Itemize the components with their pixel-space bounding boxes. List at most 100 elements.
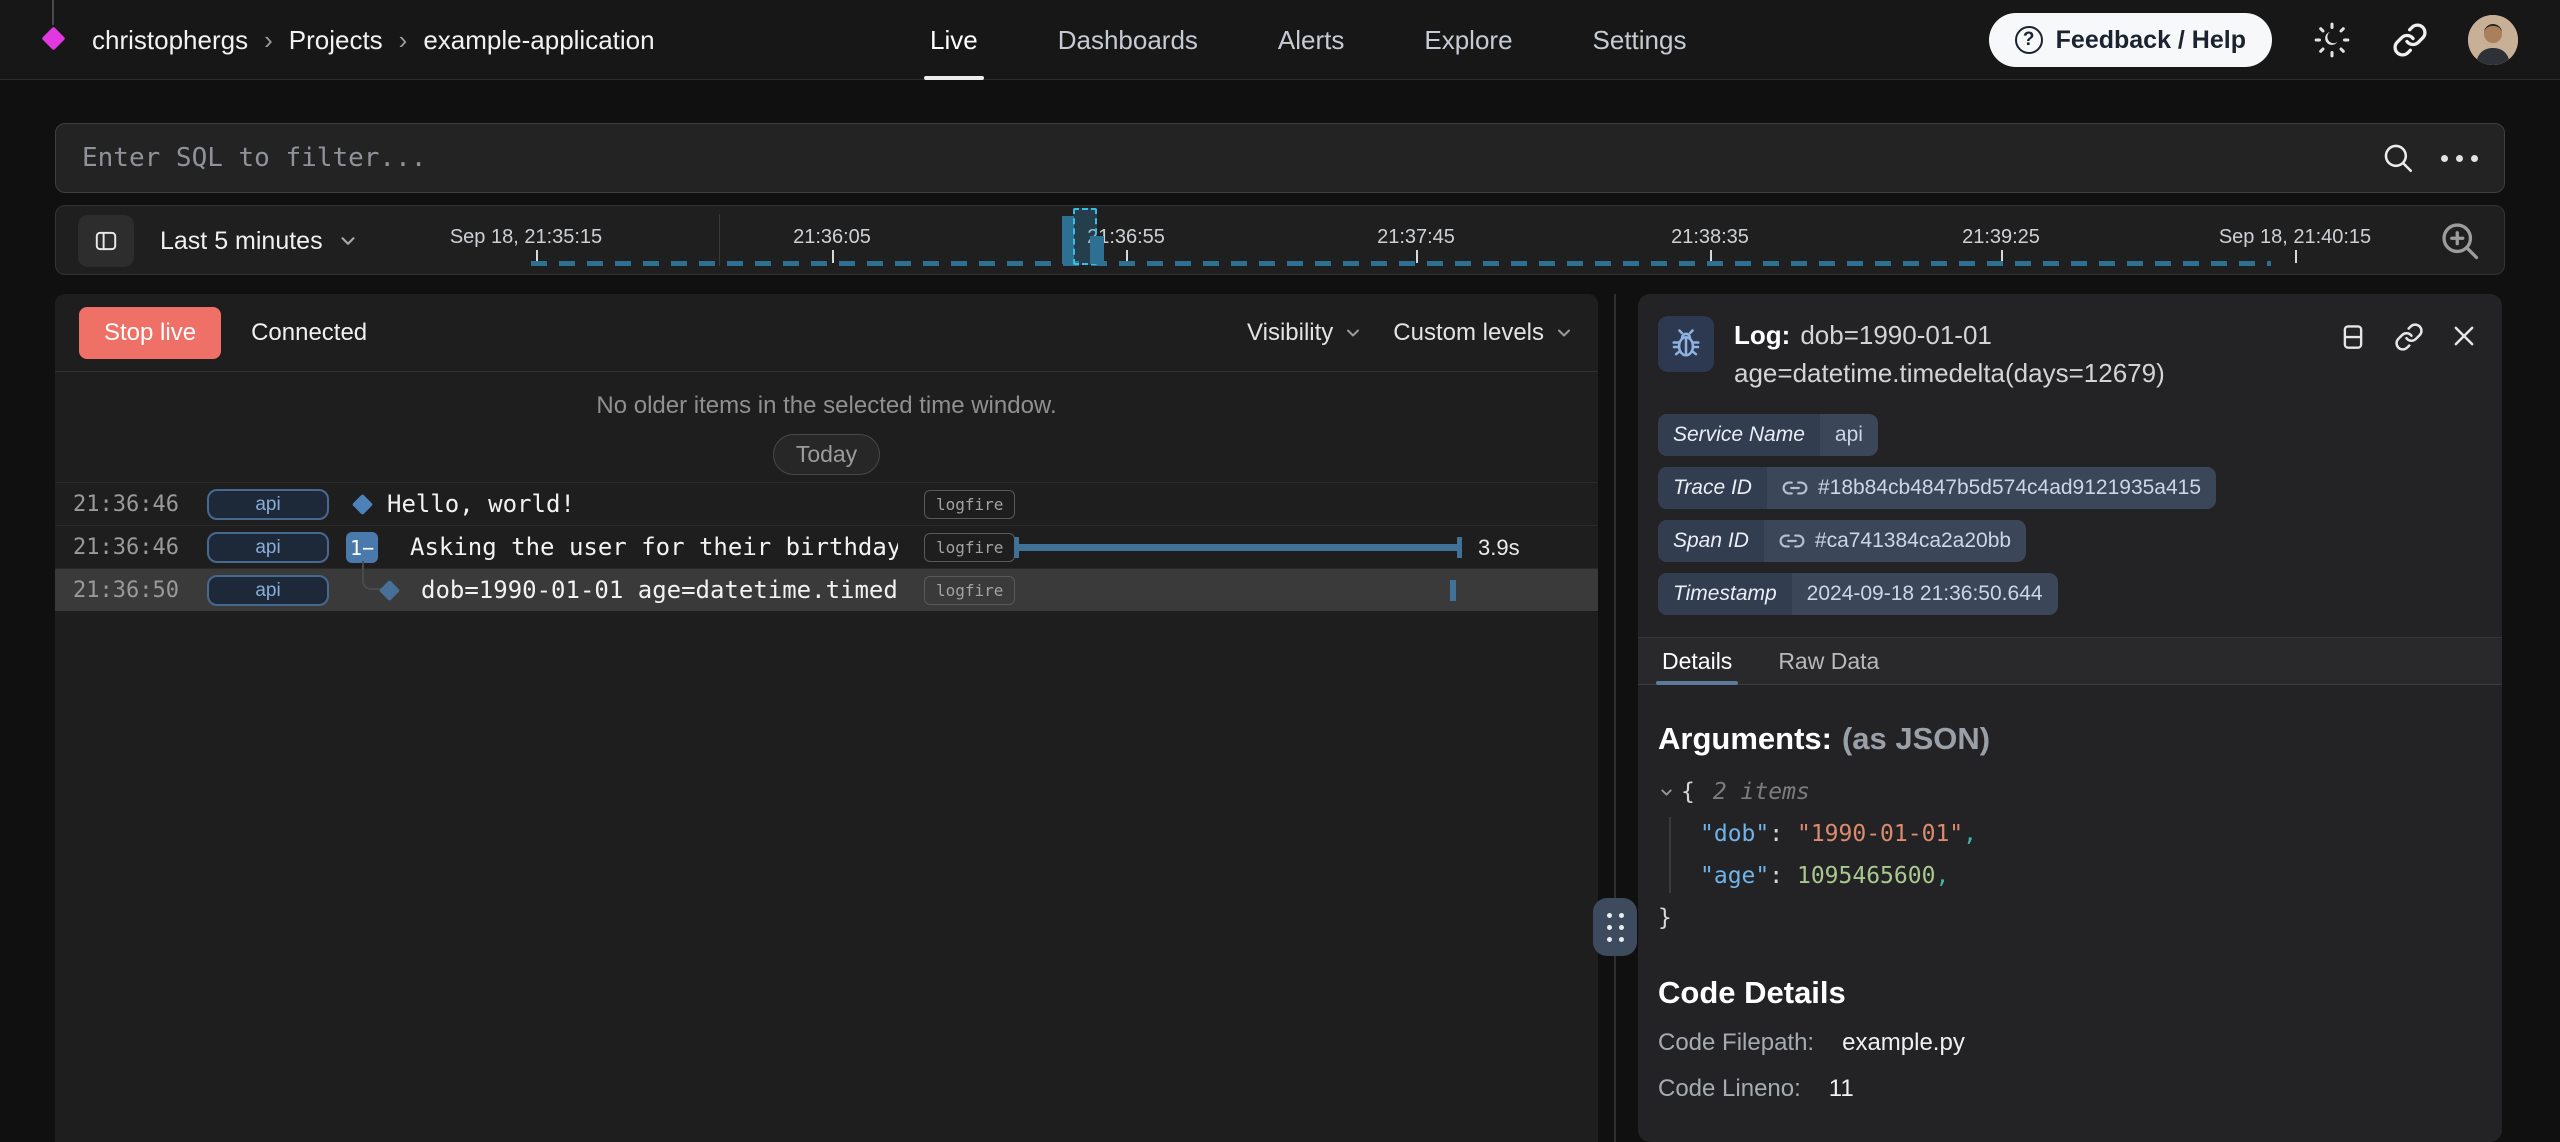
breadcrumb-org[interactable]: christophergs xyxy=(92,25,248,56)
timestamp-pill[interactable]: Timestamp 2024-09-18 21:36:50.644 xyxy=(1658,573,2058,615)
share-link-icon[interactable] xyxy=(2392,22,2428,58)
pill-label: Trace ID xyxy=(1658,467,1767,509)
sql-filter-input[interactable] xyxy=(82,143,2381,173)
json-entry: "age": 1095465600, xyxy=(1700,855,2478,897)
tab-alerts[interactable]: Alerts xyxy=(1278,0,1344,80)
logfire-tag[interactable]: logfire xyxy=(924,576,1015,605)
log-row[interactable]: 21:36:46 api Hello, world! logfire xyxy=(55,482,1598,525)
zoom-in-icon[interactable] xyxy=(2438,219,2482,263)
timeline-baseline xyxy=(531,261,2271,266)
sql-filter-bar xyxy=(55,123,2505,193)
chevron-down-icon xyxy=(1343,323,1363,343)
attribute-pills: Service Name api Trace ID #18b84cb4847b5… xyxy=(1658,414,2502,615)
open-brace: { xyxy=(1681,771,1695,813)
breadcrumb-projects[interactable]: Projects xyxy=(289,25,383,56)
breadcrumb-project-name[interactable]: example-application xyxy=(423,25,654,56)
details-title: Log: dob=1990-01-01 age=datetime.timedelt… xyxy=(1734,316,2318,392)
tab-settings[interactable]: Settings xyxy=(1593,0,1687,80)
details-title-text1: dob=1990-01-01 xyxy=(1800,320,1992,350)
span-message: Asking the user for their birthday xyxy=(410,526,898,569)
empty-window-notice: No older items in the selected time wind… xyxy=(55,372,1598,482)
timeline-tick xyxy=(2295,250,2297,263)
code-filepath-label: Code Filepath: xyxy=(1658,1029,1814,1056)
details-header-actions xyxy=(2338,316,2478,392)
tab-dashboards[interactable]: Dashboards xyxy=(1058,0,1198,80)
logfire-logo-icon[interactable] xyxy=(41,26,65,50)
log-time: 21:36:46 xyxy=(73,526,179,569)
service-name-pill[interactable]: Service Name api xyxy=(1658,414,1878,456)
service-badge[interactable]: api xyxy=(207,489,329,520)
nav-tabs: Live Dashboards Alerts Explore Settings xyxy=(930,0,1686,80)
code-details-heading: Code Details xyxy=(1658,975,2478,1011)
visibility-dropdown[interactable]: Visibility xyxy=(1247,319,1363,347)
feedback-help-label: Feedback / Help xyxy=(2056,26,2246,55)
logfire-tag[interactable]: logfire xyxy=(924,533,1015,562)
live-view-panel: Stop live Connected Visibility Custom le… xyxy=(55,294,1598,1142)
details-tabstrip: Details Raw Data xyxy=(1638,637,2502,685)
pill-value: #ca741384ca2a20bb xyxy=(1764,528,2026,554)
tab-explore[interactable]: Explore xyxy=(1424,0,1512,80)
tab-live[interactable]: Live xyxy=(930,0,978,80)
panel-resize-handle[interactable] xyxy=(1593,898,1637,956)
breadcrumb-separator-icon: › xyxy=(264,25,273,56)
search-icon[interactable] xyxy=(2381,141,2415,175)
pill-label: Span ID xyxy=(1658,520,1764,562)
log-message: Hello, world! xyxy=(387,483,898,526)
time-range-label: Last 5 minutes xyxy=(160,227,323,256)
pill-value: 2024-09-18 21:36:50.644 xyxy=(1792,582,2058,606)
details-title-line1: Log: dob=1990-01-01 xyxy=(1734,316,2318,354)
timeline-tick-label: 21:36:05 xyxy=(793,226,871,249)
timeline-tick-label: Sep 18, 21:40:15 xyxy=(2219,226,2371,249)
tree-connector xyxy=(362,561,382,590)
trace-id-pill[interactable]: Trace ID #18b84cb4847b5d574c4ad9121935a4… xyxy=(1658,467,2216,509)
span-row[interactable]: 21:36:46 api 1− Asking the user for thei… xyxy=(55,525,1598,568)
log-details-panel: Log: dob=1990-01-01 age=datetime.timedelt… xyxy=(1638,294,2502,1142)
sql-bar-icons xyxy=(2381,141,2478,175)
time-range-dropdown[interactable]: Last 5 minutes xyxy=(160,206,359,276)
today-button[interactable]: Today xyxy=(773,434,880,475)
service-badge[interactable]: api xyxy=(207,532,329,563)
span-duration-bar xyxy=(1014,544,1462,551)
details-title-line2: age=datetime.timedelta(days=12679) xyxy=(1734,354,2318,392)
top-nav: christophergs › Projects › example-appli… xyxy=(0,0,2560,80)
tab-raw-data[interactable]: Raw Data xyxy=(1778,638,1879,684)
histogram-bar[interactable] xyxy=(1090,236,1104,264)
live-panel-header: Stop live Connected Visibility Custom le… xyxy=(55,294,1598,372)
service-badge[interactable]: api xyxy=(207,575,329,606)
stop-live-button[interactable]: Stop live xyxy=(79,307,221,359)
json-comma: , xyxy=(1935,863,1949,889)
theme-toggle-icon[interactable] xyxy=(2312,20,2352,60)
logo-flame-line xyxy=(52,0,54,25)
more-options-icon[interactable] xyxy=(2441,155,2478,162)
feedback-help-button[interactable]: ? Feedback / Help xyxy=(1989,13,2272,67)
collapse-toggle-badge[interactable]: 1− xyxy=(346,532,378,563)
copy-link-icon[interactable] xyxy=(2394,322,2424,392)
timeline-tick-label: 21:37:45 xyxy=(1377,226,1455,249)
timeline-divider xyxy=(719,214,720,266)
json-comma: , xyxy=(1963,821,1977,847)
split-view-icon[interactable] xyxy=(2338,322,2368,392)
code-lineno-row: Code Lineno:11 xyxy=(1658,1075,2478,1103)
close-brace: } xyxy=(1658,897,2478,939)
details-title-prefix: Log: xyxy=(1734,320,1790,350)
json-root-line[interactable]: { 2 items xyxy=(1658,771,2478,813)
log-row-selected[interactable]: 21:36:50 api dob=1990-01-01 age=datetime… xyxy=(55,568,1598,611)
logfire-tag[interactable]: logfire xyxy=(924,490,1015,519)
code-filepath-value: example.py xyxy=(1842,1029,1965,1056)
sidebar-toggle-button[interactable] xyxy=(78,215,134,267)
close-icon[interactable] xyxy=(2450,322,2478,392)
json-string-value: "1990-01-01" xyxy=(1797,821,1963,847)
custom-levels-dropdown[interactable]: Custom levels xyxy=(1393,319,1574,347)
tab-details[interactable]: Details xyxy=(1662,638,1732,684)
json-key: "age" xyxy=(1700,863,1769,889)
json-entry: "dob": "1990-01-01", xyxy=(1700,813,2478,855)
user-avatar[interactable] xyxy=(2468,15,2518,65)
breadcrumb-separator-icon: › xyxy=(399,25,408,56)
debug-level-icon xyxy=(1658,316,1714,372)
log-time-marker xyxy=(1450,580,1456,601)
timeline-tick-label: 21:39:25 xyxy=(1962,226,2040,249)
logfire-app: christophergs › Projects › example-appli… xyxy=(0,0,2560,1142)
span-id-pill[interactable]: Span ID #ca741384ca2a20bb xyxy=(1658,520,2026,562)
arguments-heading-main: Arguments: xyxy=(1658,721,1832,756)
json-number-value: 1095465600 xyxy=(1797,863,1935,889)
